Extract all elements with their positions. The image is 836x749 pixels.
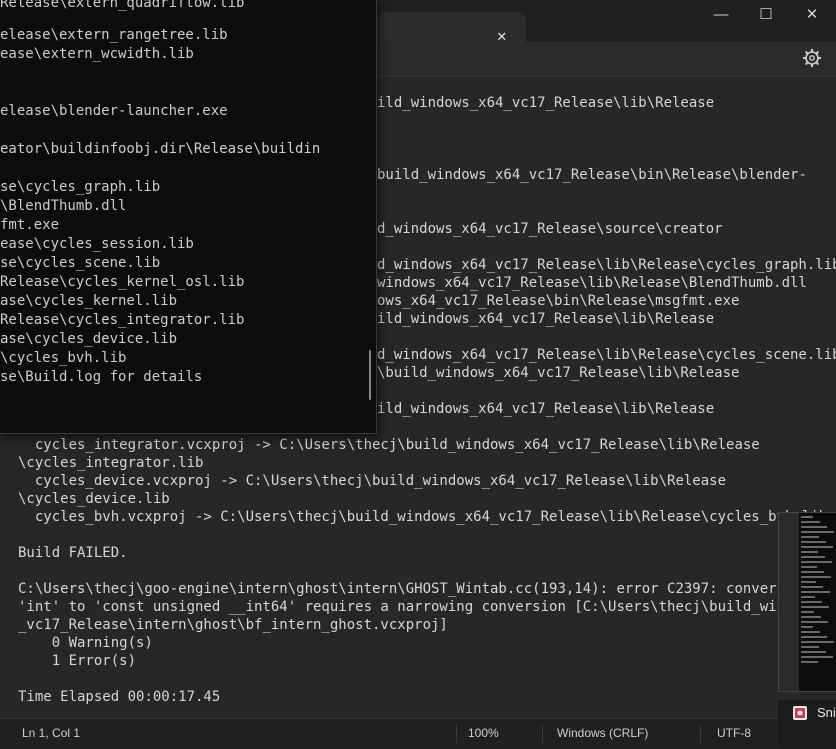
preview-image	[799, 513, 836, 691]
snip-preview-thumbnail[interactable]	[778, 512, 836, 692]
preview-line	[801, 526, 827, 528]
preview-line	[801, 621, 828, 623]
editor-line: cycles_integrator.vcxproj -> C:\Users\th…	[18, 437, 760, 453]
preview-line	[801, 566, 817, 568]
preview-line	[801, 586, 823, 588]
editor-line: ows_x64_vc17_Release\bin\Release\msgfmt.…	[377, 293, 740, 309]
terminal-line: se\cycles_graph.lib	[0, 179, 161, 195]
preview-line	[801, 641, 834, 643]
terminal-line: se\Build.log for details	[0, 369, 203, 385]
preview-line	[801, 581, 816, 583]
preview-line	[801, 556, 825, 558]
terminal-line: Release\cycles_kernel_osl.lib	[0, 274, 245, 290]
status-divider	[700, 725, 701, 743]
maximize-button[interactable]: ☐	[754, 6, 778, 24]
preview-line	[801, 611, 814, 613]
terminal-line: Release\cycles_integrator.lib	[0, 312, 245, 328]
preview-line	[801, 561, 832, 563]
editor-line: cycles_bvh.vcxproj -> C:\Users\thecj\bui…	[18, 509, 828, 525]
editor-line: ild_windows_x64_vc17_Release\lib\Release	[377, 401, 715, 417]
preview-line	[801, 591, 830, 593]
preview-line	[801, 571, 824, 573]
preview-line	[801, 546, 833, 548]
preview-line	[801, 651, 826, 653]
editor-line: ild_windows_x64_vc17_Release\lib\Release	[377, 95, 715, 111]
preview-line	[801, 646, 819, 648]
preview-line	[801, 531, 834, 533]
preview-line	[801, 626, 813, 628]
preview-line	[801, 656, 833, 658]
status-bar: Ln 1, Col 1 100% Windows (CRLF) UTF-8	[0, 718, 780, 749]
editor-line: 'int' to 'const unsigned __int64' requir…	[18, 599, 819, 615]
editor-line: windows_x64_vc17_Release\lib\Release\Ble…	[377, 275, 807, 291]
editor-line: \cycles_device.lib	[18, 491, 170, 507]
editor-line: _vc17_Release\intern\ghost\bf_intern_gho…	[18, 617, 448, 633]
editor-line: \cycles_integrator.lib	[18, 455, 204, 471]
editor-line: build_windows_x64_vc17_Release\bin\Relea…	[377, 167, 807, 183]
editor-line: Time Elapsed 00:00:17.45	[18, 689, 221, 705]
terminal-line: elease\extern_rangetree.lib	[0, 27, 228, 43]
preview-line	[801, 576, 831, 578]
status-divider	[456, 725, 457, 743]
cursor-position: Ln 1, Col 1	[22, 726, 81, 740]
editor-line: Build FAILED.	[18, 545, 128, 561]
terminal-line: ase\cycles_device.lib	[0, 331, 178, 347]
terminal-line: se\cycles_scene.lib	[0, 255, 161, 271]
editor-line: C:\Users\thecj\goo-engine\intern\ghost\i…	[18, 581, 811, 597]
preview-line	[801, 616, 821, 618]
editor-line: cycles_device.vcxproj -> C:\Users\thecj\…	[18, 473, 727, 489]
terminal-line: fmt.exe	[0, 217, 60, 233]
preview-line	[801, 606, 829, 608]
preview-line	[801, 521, 820, 523]
editor-line: d_windows_x64_vc17_Release\source\creato…	[377, 221, 723, 237]
preview-line	[801, 516, 813, 518]
editor-line: ild_windows_x64_vc17_Release\lib\Release	[377, 311, 715, 327]
terminal-line: ase\cycles_kernel.lib	[0, 293, 178, 309]
terminal-line: ease\cycles_session.lib	[0, 236, 194, 252]
preview-line	[801, 631, 820, 633]
editor-line: d_windows_x64_vc17_Release\lib\Release\c…	[377, 257, 836, 273]
preview-line	[801, 636, 827, 638]
editor-line: 1 Error(s)	[18, 653, 137, 669]
terminal-line: elease\blender-launcher.exe	[0, 103, 228, 119]
terminal-window[interactable]: Release\extern_quadriflow.lib elease\exte…	[0, 0, 377, 434]
terminal-line: eator\buildinfoobj.dir\Release\buildin	[0, 141, 321, 157]
editor-line: d_windows_x64_vc17_Release\lib\Release\c…	[377, 347, 836, 363]
terminal-line: ease\extern_wcwidth.lib	[0, 46, 194, 62]
snipping-tool-icon	[793, 706, 807, 720]
preview-line	[801, 596, 815, 598]
preview-line	[801, 551, 818, 553]
editor-line: \build_windows_x64_vc17_Release\lib\Rele…	[377, 365, 740, 381]
encoding[interactable]: UTF-8	[717, 726, 751, 740]
line-ending[interactable]: Windows (CRLF)	[557, 726, 648, 740]
preview-line	[801, 661, 818, 663]
preview-line	[801, 536, 819, 538]
gear-icon[interactable]	[802, 48, 822, 68]
terminal-line: \cycles_bvh.lib	[0, 350, 127, 366]
terminal-line: \BlendThumb.dll	[0, 198, 127, 214]
preview-line	[801, 601, 822, 603]
close-button[interactable]: ✕	[800, 6, 824, 24]
zoom-level[interactable]: 100%	[468, 726, 499, 740]
preview-line	[801, 541, 826, 543]
minimize-button[interactable]: —	[709, 6, 733, 24]
terminal-line: Release\extern_quadriflow.lib	[0, 0, 245, 11]
scrollbar[interactable]	[369, 350, 371, 400]
editor-line: 0 Warning(s)	[18, 635, 153, 651]
status-divider	[542, 725, 543, 743]
snip-label: Snip	[817, 705, 836, 720]
taskbar-snip-item[interactable]: Snip	[778, 700, 836, 748]
